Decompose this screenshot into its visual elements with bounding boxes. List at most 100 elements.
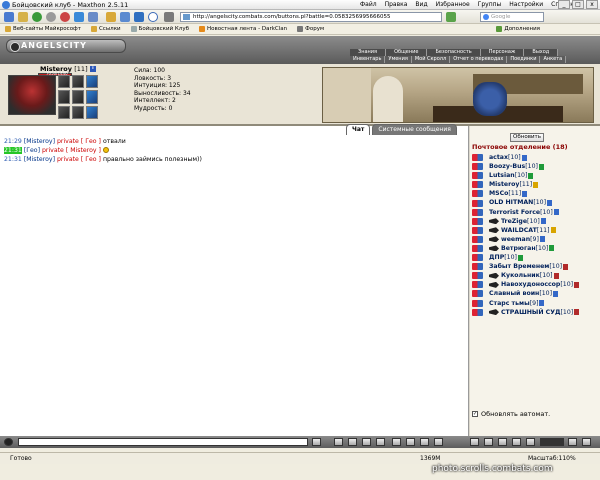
private-message-icon[interactable] xyxy=(472,308,483,316)
info-icon[interactable] xyxy=(522,190,528,197)
player-name[interactable]: weeman xyxy=(501,235,530,244)
player-row[interactable]: Навохудоноссор [10] xyxy=(472,280,598,289)
info-icon[interactable] xyxy=(517,254,523,261)
player-row[interactable]: MSCo [11] xyxy=(472,189,598,198)
nav-battles[interactable]: Поединки xyxy=(507,56,541,63)
menu-groups[interactable]: Группы xyxy=(478,1,502,8)
info-icon[interactable] xyxy=(574,281,580,288)
player-row[interactable]: Старс тьмы [9] xyxy=(472,299,598,308)
private-message-icon[interactable] xyxy=(472,299,483,307)
maximize-button[interactable]: □ xyxy=(572,0,584,9)
save-icon[interactable] xyxy=(362,438,371,446)
location-scene-image[interactable] xyxy=(322,67,594,123)
player-row[interactable]: WAILDCAT [11] xyxy=(472,226,598,235)
gift-icon[interactable] xyxy=(498,438,507,446)
player-name[interactable]: MSCo xyxy=(489,189,508,198)
player-name[interactable]: OLD HITMAN xyxy=(489,198,533,207)
player-name[interactable]: Навохудоноссор xyxy=(501,280,560,289)
info-icon[interactable] xyxy=(540,218,546,225)
player-name[interactable]: TreZige xyxy=(501,217,527,226)
info-icon[interactable] xyxy=(553,209,559,216)
nav-transfers[interactable]: Отчет о переводах xyxy=(450,56,508,63)
info-icon[interactable] xyxy=(521,154,527,161)
player-name[interactable]: Boozy-Bus xyxy=(489,162,525,171)
player-row[interactable]: weeman [9] xyxy=(472,235,598,244)
tab-system-messages[interactable]: Системные сообщения xyxy=(372,124,457,135)
info-icon[interactable] xyxy=(550,227,556,234)
info-icon[interactable] xyxy=(533,181,539,188)
player-row[interactable]: TreZige [10] xyxy=(472,217,598,226)
equip-slot[interactable] xyxy=(72,105,84,119)
clear-icon[interactable] xyxy=(334,438,343,446)
player-row[interactable]: Lutsian [10] xyxy=(472,171,598,180)
home-icon[interactable] xyxy=(88,12,98,22)
bookmark-links[interactable]: Ссылки xyxy=(86,26,126,32)
private-message-icon[interactable] xyxy=(472,181,483,189)
refresh-icon[interactable] xyxy=(74,12,84,22)
player-row[interactable]: Кукольник [10] xyxy=(472,271,598,280)
equip-slot[interactable] xyxy=(86,75,98,89)
private-message-icon[interactable] xyxy=(472,235,483,243)
chat-input[interactable] xyxy=(18,438,308,446)
player-row[interactable]: СТРАШНЫЙ СУД [10] xyxy=(472,308,598,317)
tools-icon[interactable] xyxy=(164,12,174,22)
message-private-target[interactable]: private [ Гео ] xyxy=(57,138,101,145)
player-name[interactable]: Ветрюган xyxy=(501,244,536,253)
favorites-icon[interactable] xyxy=(106,12,116,22)
menu-view[interactable]: Вид xyxy=(415,1,427,8)
nav-inventory[interactable]: Инвентарь xyxy=(350,56,386,63)
settings-icon[interactable] xyxy=(512,438,521,446)
player-name[interactable]: Misteroy xyxy=(489,180,519,189)
equip-slot[interactable] xyxy=(86,105,98,119)
player-name[interactable]: Кукольник xyxy=(501,271,540,280)
info-icon[interactable] xyxy=(574,309,580,316)
player-name[interactable]: ДПР xyxy=(489,253,504,262)
private-message-icon[interactable] xyxy=(472,281,483,289)
message-author[interactable]: [Гео] xyxy=(24,147,40,154)
player-row[interactable]: OLD HITMAN [10] xyxy=(472,198,598,207)
menu-settings[interactable]: Настройки xyxy=(509,1,543,8)
player-row[interactable]: Забыт Временем [10] xyxy=(472,262,598,271)
message-author[interactable]: [Misteroy] xyxy=(24,156,55,163)
equip-slot[interactable] xyxy=(86,90,98,104)
player-row[interactable]: Boozy-Bus [10] xyxy=(472,162,598,171)
bookmark-ms[interactable]: Веб-сайты Майкрософт xyxy=(0,26,86,32)
player-name[interactable]: Lutsian xyxy=(489,171,515,180)
sort-icon[interactable] xyxy=(420,438,429,446)
tray-icon[interactable] xyxy=(568,438,577,446)
equip-slot[interactable] xyxy=(58,75,70,89)
info-icon[interactable] xyxy=(549,245,555,252)
player-row[interactable]: Ветрюган [10] xyxy=(472,244,598,253)
info-icon[interactable] xyxy=(539,300,545,307)
filter-icon[interactable] xyxy=(348,438,357,446)
sound-icon[interactable] xyxy=(484,438,493,446)
music-icon[interactable] xyxy=(470,438,479,446)
private-message-icon[interactable] xyxy=(472,263,483,271)
player-name[interactable]: Забыт Временем xyxy=(489,262,549,271)
player-row[interactable]: Misteroy [11] xyxy=(472,180,598,189)
close-button[interactable]: x xyxy=(586,0,598,9)
message-time[interactable]: 21:31 xyxy=(4,156,22,163)
lock-icon[interactable] xyxy=(526,438,535,446)
menu-file[interactable]: Файл xyxy=(360,1,377,8)
private-message-icon[interactable] xyxy=(472,254,483,262)
private-message-icon[interactable] xyxy=(472,244,483,252)
private-message-icon[interactable] xyxy=(472,163,483,171)
private-message-icon[interactable] xyxy=(472,272,483,280)
search-input[interactable]: Google xyxy=(480,12,544,22)
info-icon[interactable] xyxy=(538,163,544,170)
tab-chat[interactable]: Чат xyxy=(346,124,371,135)
message-private-target[interactable]: private [ Misteroy ] xyxy=(42,147,101,154)
menu-favorites[interactable]: Избранное xyxy=(436,1,470,8)
equip-slot[interactable] xyxy=(72,75,84,89)
player-name[interactable]: СТРАШНЫЙ СУД xyxy=(501,308,560,317)
bookmark-darkclan[interactable]: Новостная лента - DarkClan xyxy=(194,26,292,32)
nav-chat[interactable]: Общение xyxy=(386,49,428,56)
player-row[interactable]: ДПР [10] xyxy=(472,253,598,262)
player-row[interactable]: Terrorist Force [10] xyxy=(472,208,598,217)
nav-profile[interactable]: Анкета xyxy=(540,56,567,63)
nav-character[interactable]: Персонаж xyxy=(480,49,525,56)
player-row[interactable]: Славный воин [10] xyxy=(472,289,598,298)
private-message-icon[interactable] xyxy=(472,208,483,216)
nav-security[interactable]: Безопасность xyxy=(427,49,481,56)
